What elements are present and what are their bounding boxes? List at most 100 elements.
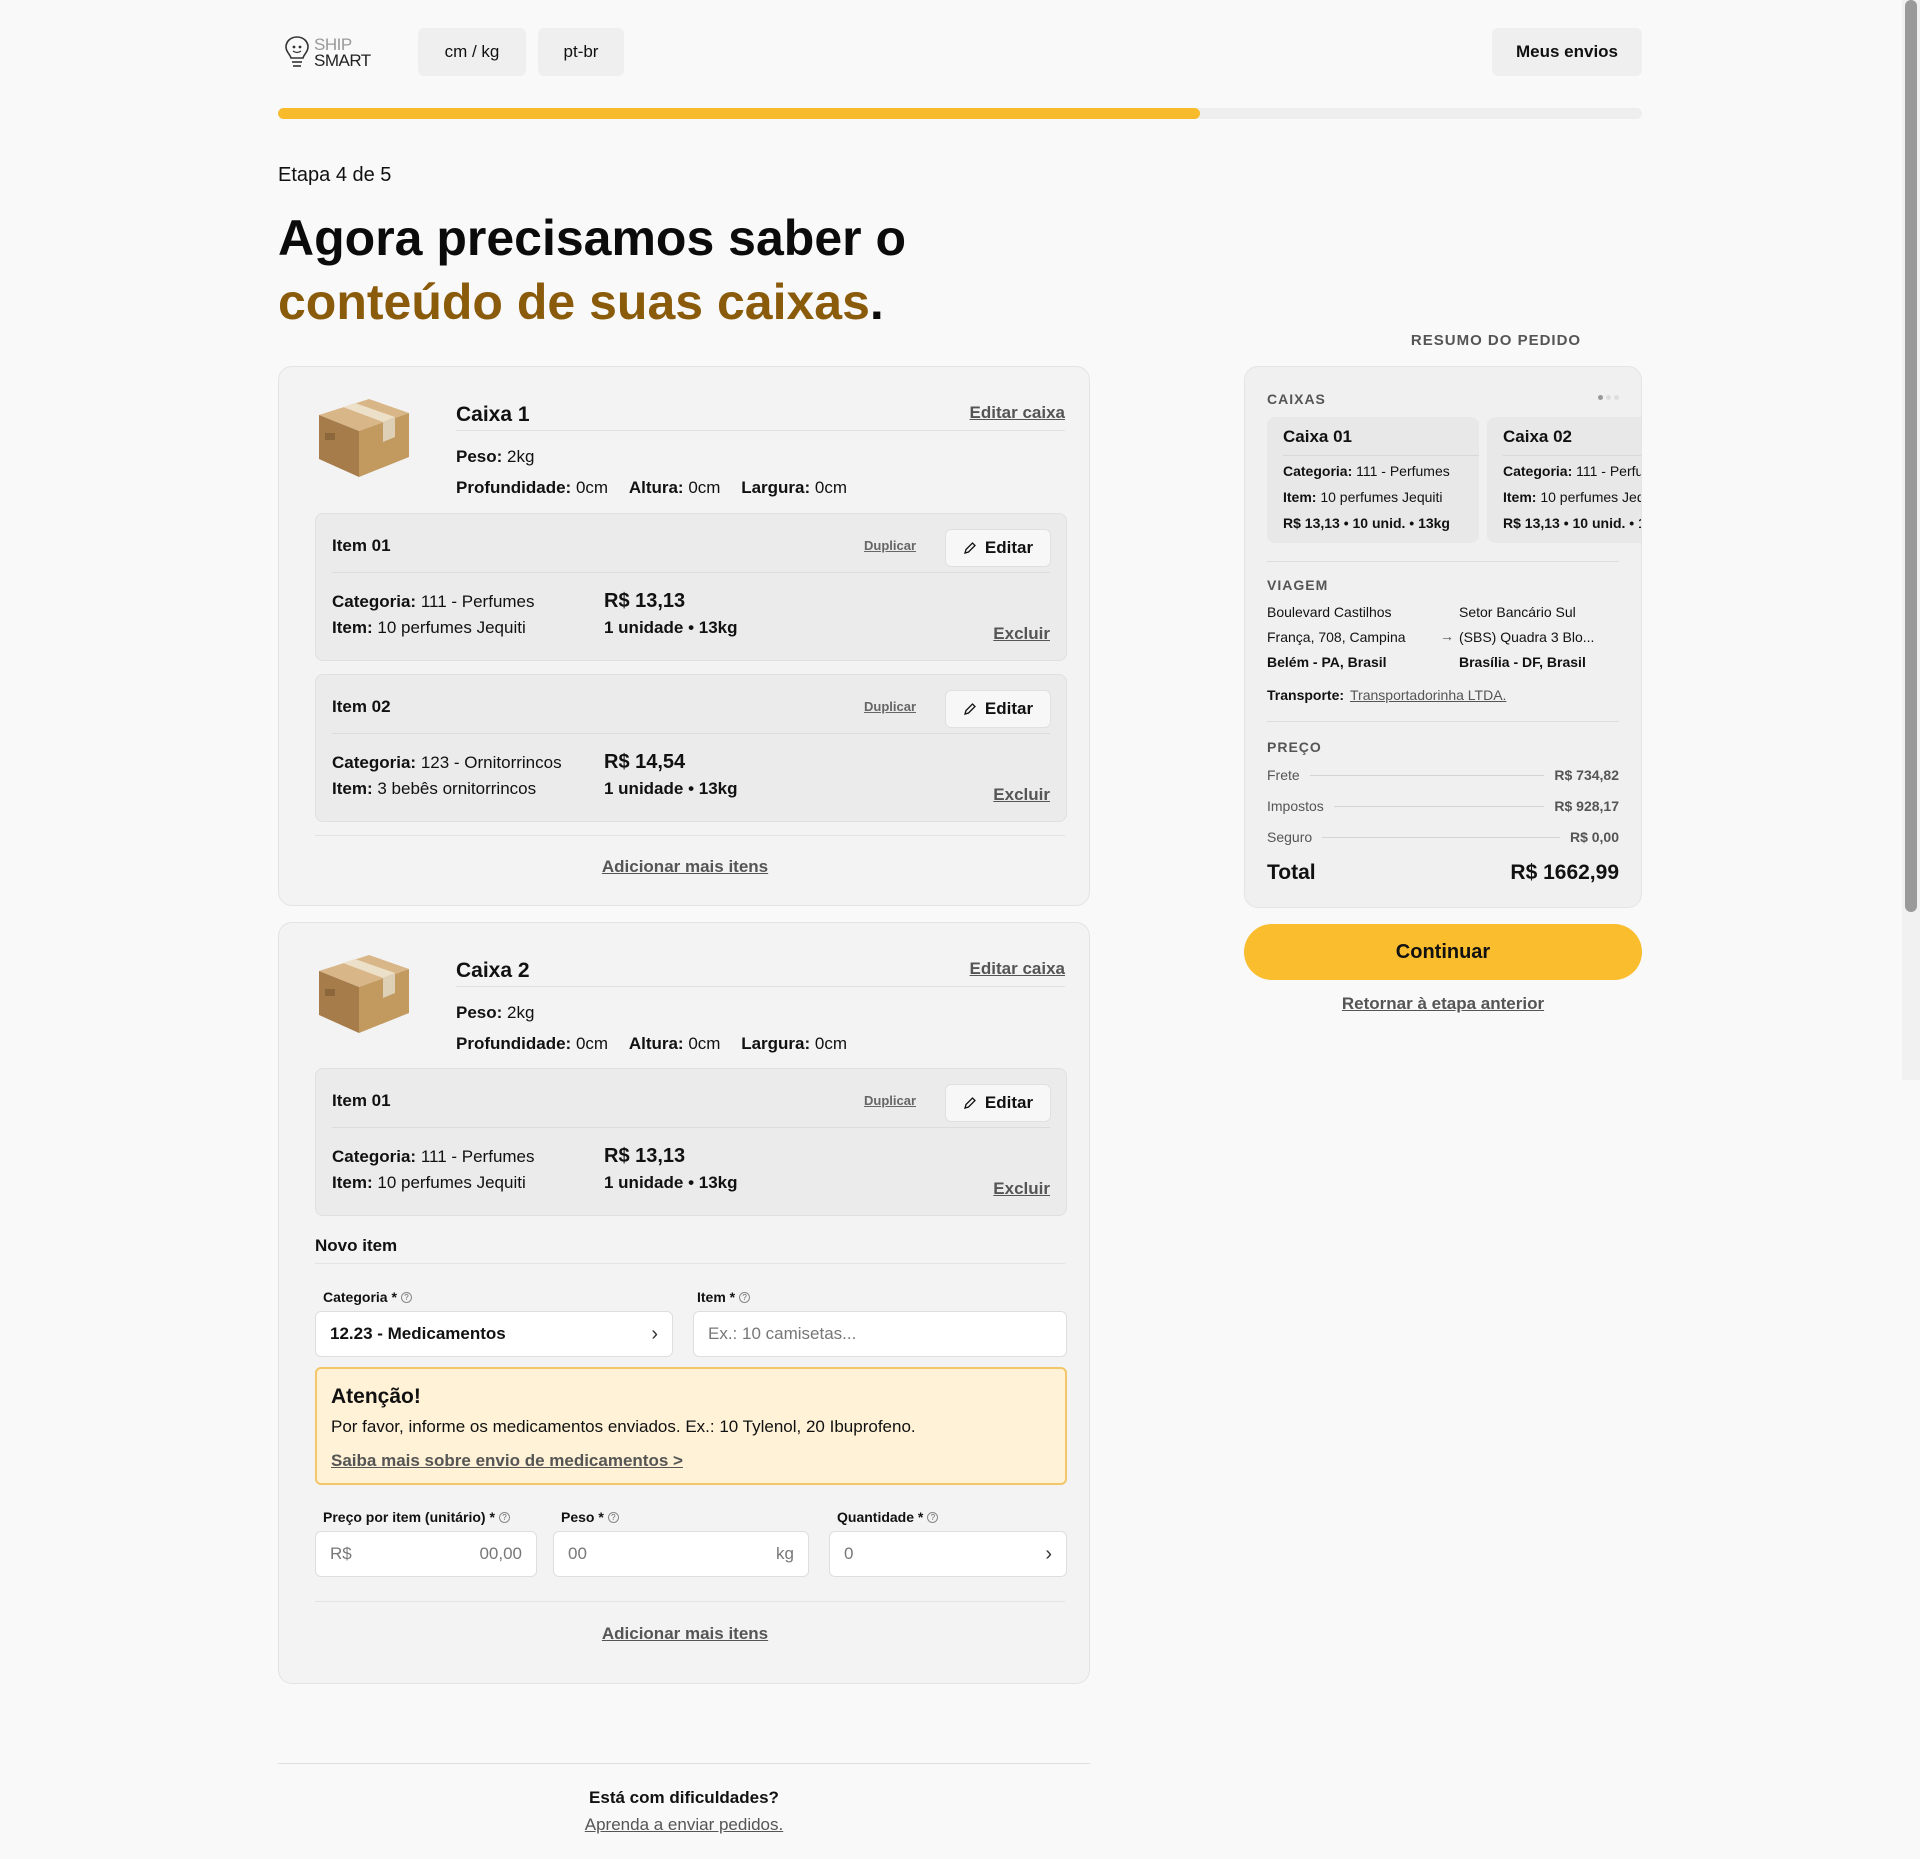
add-more-items-link[interactable]: Adicionar mais itens <box>279 1624 1091 1644</box>
category-label: Categoria: <box>1503 463 1573 479</box>
delete-item-link[interactable]: Excluir <box>993 624 1050 644</box>
item-category: Categoria: 111 - Perfumes <box>332 592 535 612</box>
price-input[interactable]: R$ 00,00 <box>315 1531 537 1577</box>
depth-label: Profundidade: <box>456 1034 572 1053</box>
step-label: Etapa 4 de 5 <box>278 164 392 186</box>
order-summary: CAIXAS Caixa 01 Categoria: 111 - Perfume… <box>1244 366 1642 908</box>
carousel-dots[interactable] <box>1598 395 1619 400</box>
currency-prefix: R$ <box>330 1544 352 1563</box>
logo-text: SHIP SMART <box>314 36 371 69</box>
price-field-label: Preço por item (unitário) *? <box>323 1509 510 1525</box>
quantity-label-text: Quantidade * <box>837 1509 924 1525</box>
item-title: Item 01 <box>332 536 391 555</box>
summary-box-details: R$ 13,13 • 10 unid. • 13kg <box>1283 515 1450 531</box>
category-select[interactable]: 12.23 - Medicamentos › <box>315 1311 673 1357</box>
summary-box-title: Caixa 01 <box>1283 427 1352 446</box>
height-value: 0cm <box>688 1034 721 1053</box>
header: SHIP SMART cm / kg pt-br Meus envios <box>278 28 1642 76</box>
help-icon[interactable]: ? <box>498 1511 510 1523</box>
item-category: Categoria: 123 - Ornitorrincos <box>332 753 562 773</box>
edit-box-link[interactable]: Editar caixa <box>970 403 1065 423</box>
weight-field-label: Peso *? <box>561 1509 619 1525</box>
medication-info-link[interactable]: Saiba mais sobre envio de medicamentos > <box>331 1451 683 1471</box>
edit-item-button[interactable]: Editar <box>945 529 1051 567</box>
summary-box-card[interactable]: Caixa 01 Categoria: 111 - Perfumes Item:… <box>1267 417 1479 543</box>
learn-link[interactable]: Aprenda a enviar pedidos. <box>278 1815 1090 1835</box>
freight-value: R$ 734,82 <box>1554 767 1619 783</box>
help-icon[interactable]: ? <box>739 1291 751 1303</box>
item-card: Item 02 Duplicar Editar Categoria: 123 -… <box>315 674 1067 822</box>
freight-row: Frete R$ 734,82 <box>1267 767 1619 783</box>
divider <box>332 572 1050 573</box>
item-label: Item: <box>332 779 373 798</box>
divider <box>1503 455 1641 456</box>
duplicate-item-link[interactable]: Duplicar <box>864 1093 916 1108</box>
insurance-value: R$ 0,00 <box>1569 829 1619 845</box>
duplicate-item-link[interactable]: Duplicar <box>864 538 916 553</box>
weight-value: 2kg <box>507 1003 535 1022</box>
destination-line2: (SBS) Quadra 3 Blo... <box>1459 629 1595 645</box>
pencil-icon <box>963 1097 976 1109</box>
item-field-label: Item *? <box>697 1289 751 1305</box>
item-value: 10 perfumes Jequiti <box>1320 489 1443 505</box>
transport-line: Transporte: Transportadorinha LTDA. <box>1267 687 1506 703</box>
category-value: 111 - Perfumes <box>420 592 535 611</box>
title-line1: Agora precisamos saber o <box>278 210 907 266</box>
logo[interactable]: SHIP SMART <box>282 33 382 73</box>
item-label: Item: <box>332 618 373 637</box>
weight-value: 2kg <box>507 447 535 466</box>
category-value: 111 - Perfumes <box>1356 463 1450 479</box>
delete-item-link[interactable]: Excluir <box>993 785 1050 805</box>
pencil-icon <box>963 542 976 554</box>
scrollbar[interactable] <box>1902 0 1920 1080</box>
my-shipments-button[interactable]: Meus envios <box>1492 28 1642 76</box>
item-quantity: 1 unidade • 13kg <box>604 618 738 637</box>
divider <box>332 733 1050 734</box>
help-icon[interactable]: ? <box>607 1511 619 1523</box>
edit-label: Editar <box>984 1093 1034 1112</box>
item-price: R$ 13,13 <box>604 1145 686 1167</box>
progress-fill <box>278 108 1201 119</box>
edit-item-button[interactable]: Editar <box>945 1084 1051 1122</box>
category-value: 123 - Ornitorrincos <box>420 753 562 772</box>
summary-box-card[interactable]: Caixa 02 Categoria: 111 - Perfumes Item:… <box>1487 417 1641 543</box>
total-value: R$ 1662,99 <box>1510 861 1619 884</box>
transport-link[interactable]: Transportadorinha LTDA. <box>1350 687 1506 703</box>
edit-item-button[interactable]: Editar <box>945 690 1051 728</box>
insurance-label: Seguro <box>1267 829 1313 845</box>
box-title: Caixa 1 <box>456 403 530 426</box>
title-highlight: conteúdo de suas caixas <box>278 274 870 330</box>
quantity-stepper[interactable]: 0 › <box>829 1531 1067 1577</box>
category-value: 111 - Perfumes <box>1576 463 1641 479</box>
item-input[interactable]: Ex.: 10 camisetas... <box>693 1311 1067 1357</box>
weight-input[interactable]: 00 kg <box>553 1531 809 1577</box>
help-icon[interactable]: ? <box>400 1291 412 1303</box>
item-label-text: Item * <box>697 1289 736 1305</box>
scrollbar-thumb[interactable] <box>1905 0 1917 912</box>
cardboard-box-icon <box>319 955 409 1033</box>
item-value: 10 perfumes Jequiti <box>377 618 526 637</box>
divider <box>315 1601 1065 1602</box>
add-more-items-link[interactable]: Adicionar mais itens <box>279 857 1091 877</box>
item-quantity: 1 unidade • 13kg <box>604 779 738 798</box>
delete-item-link[interactable]: Excluir <box>993 1179 1050 1199</box>
back-link[interactable]: Retornar à etapa anterior <box>1244 994 1642 1014</box>
item-category: Categoria: 111 - Perfumes <box>332 1147 535 1167</box>
help-icon[interactable]: ? <box>927 1511 939 1523</box>
depth-value: 0cm <box>575 478 609 497</box>
origin-line1: Boulevard Castilhos <box>1267 604 1392 620</box>
category-selected-value: 12.23 - Medicamentos <box>330 1324 506 1343</box>
origin-line2: França, 708, Campina <box>1267 629 1406 645</box>
box-card-1: Caixa 1 Editar caixa Peso: 2kg Profundid… <box>278 366 1090 906</box>
item-label: Item: <box>1503 489 1537 505</box>
pencil-icon <box>963 703 976 715</box>
destination-city: Brasília - DF, Brasil <box>1459 654 1586 670</box>
duplicate-item-link[interactable]: Duplicar <box>864 699 916 714</box>
category-field-label: Categoria *? <box>323 1289 412 1305</box>
language-button[interactable]: pt-br <box>538 28 624 76</box>
unit-toggle-button[interactable]: cm / kg <box>418 28 526 76</box>
edit-box-link[interactable]: Editar caixa <box>970 959 1065 979</box>
new-item-title: Novo item <box>315 1236 398 1255</box>
continue-button[interactable]: Continuar <box>1244 924 1642 980</box>
summary-box-title: Caixa 02 <box>1503 427 1572 446</box>
